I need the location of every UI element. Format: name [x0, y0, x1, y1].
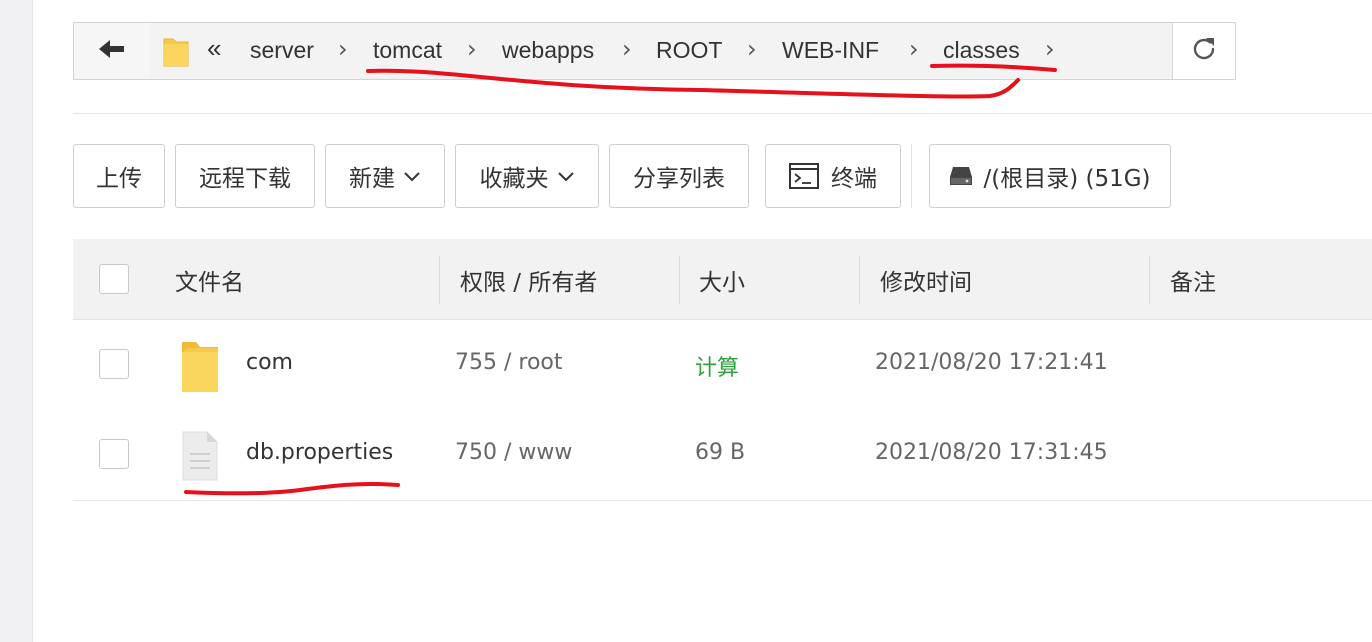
breadcrumb-item-root[interactable]: ROOT [656, 37, 722, 64]
toolbar-divider [911, 144, 912, 208]
file-mtime: 2021/08/20 17:21:41 [875, 350, 1108, 375]
file-name[interactable]: db.properties [246, 440, 393, 465]
breadcrumb-item-web-inf[interactable]: WEB-INF [782, 37, 879, 64]
breadcrumb-separator: › [338, 35, 348, 63]
table-row[interactable]: db.properties 750 / www 69 B 2021/08/20 … [73, 410, 1372, 501]
disk-icon [949, 165, 973, 187]
breadcrumb-separator: › [1045, 35, 1055, 63]
favorites-button[interactable]: 收藏夹 [455, 144, 599, 208]
breadcrumb-item-classes[interactable]: classes [943, 37, 1020, 64]
column-divider [679, 256, 680, 304]
upload-button[interactable]: 上传 [73, 144, 165, 208]
disk-label: /(根目录) (51G) [983, 166, 1151, 192]
chevron-down-icon [403, 163, 421, 189]
new-button[interactable]: 新建 [325, 144, 445, 208]
breadcrumb-item-webapps[interactable]: webapps [502, 37, 594, 64]
header-filename[interactable]: 文件名 [175, 263, 244, 297]
new-label: 新建 [349, 166, 395, 192]
file-permission[interactable]: 755 / root [455, 350, 563, 375]
terminal-icon [789, 163, 819, 189]
remote-download-label: 远程下载 [199, 166, 291, 192]
breadcrumb-item-tomcat[interactable]: tomcat [373, 37, 442, 64]
file-size: 69 B [695, 440, 746, 465]
folder-icon [163, 36, 189, 68]
divider [73, 113, 1372, 114]
file-table-header: 文件名 权限 / 所有者 大小 修改时间 备注 [73, 239, 1372, 320]
breadcrumb-separator: › [747, 35, 757, 63]
refresh-button[interactable] [1172, 23, 1235, 79]
chevron-down-icon [557, 163, 575, 189]
folder-icon [179, 338, 221, 400]
breadcrumb-separator: › [909, 35, 919, 63]
header-permission[interactable]: 权限 / 所有者 [460, 263, 597, 297]
file-mtime: 2021/08/20 17:31:45 [875, 440, 1108, 465]
row-checkbox[interactable] [99, 349, 129, 379]
breadcrumb-separator: › [467, 35, 477, 63]
arrow-left-icon [98, 39, 125, 63]
file-permission[interactable]: 750 / www [455, 440, 572, 465]
file-name[interactable]: com [246, 350, 293, 375]
column-divider [1149, 256, 1150, 304]
header-mtime[interactable]: 修改时间 [880, 263, 972, 297]
share-list-label: 分享列表 [633, 166, 725, 192]
header-size[interactable]: 大小 [699, 263, 745, 297]
calc-size-link[interactable]: 计算 [695, 350, 739, 382]
disk-button[interactable]: /(根目录) (51G) [929, 144, 1171, 208]
row-checkbox[interactable] [99, 439, 129, 469]
table-row[interactable]: com 755 / root 计算 2021/08/20 17:21:41 [73, 320, 1372, 411]
file-icon [181, 430, 219, 486]
breadcrumb-overflow[interactable]: « [207, 33, 221, 64]
terminal-label: 终端 [831, 166, 877, 192]
share-list-button[interactable]: 分享列表 [609, 144, 749, 208]
breadcrumb: « server › tomcat › webapps › ROOT › WEB… [149, 23, 1173, 79]
favorites-label: 收藏夹 [479, 166, 549, 192]
column-divider [859, 256, 860, 304]
breadcrumb-item-server[interactable]: server [250, 37, 314, 64]
terminal-button[interactable]: 终端 [765, 144, 901, 208]
back-button[interactable] [74, 23, 150, 79]
path-bar: « server › tomcat › webapps › ROOT › WEB… [73, 22, 1236, 80]
column-divider [439, 256, 440, 304]
breadcrumb-separator: › [622, 35, 632, 63]
file-manager-page: « server › tomcat › webapps › ROOT › WEB… [32, 0, 1372, 642]
refresh-icon [1189, 34, 1219, 68]
select-all-checkbox[interactable] [99, 264, 129, 294]
remote-download-button[interactable]: 远程下载 [175, 144, 315, 208]
upload-label: 上传 [96, 166, 142, 192]
header-remark: 备注 [1170, 270, 1216, 296]
